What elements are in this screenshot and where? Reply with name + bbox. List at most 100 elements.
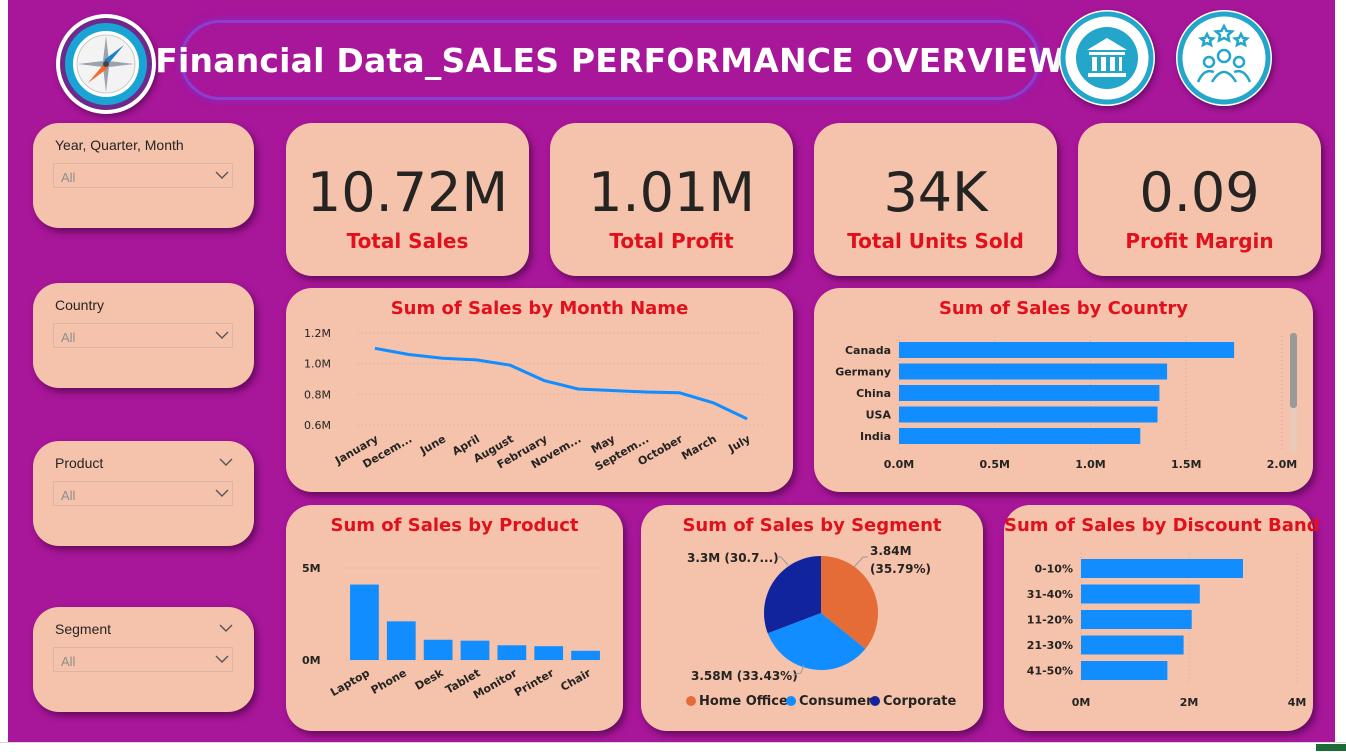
x-tick-label: Printer bbox=[512, 666, 556, 699]
y-tick-label: 31-40% bbox=[1027, 588, 1073, 601]
slicer-label: Segment bbox=[55, 621, 112, 637]
x-tick-label: 2.0M bbox=[1267, 458, 1297, 471]
slicer-dropdown[interactable]: All bbox=[53, 323, 233, 348]
chevron-down-icon[interactable] bbox=[215, 489, 229, 498]
y-tick-label: Canada bbox=[845, 344, 891, 357]
chart-card-sales-by-discount-band: Sum of Sales by Discount Band 0M 2M 4M 0-10… bbox=[1004, 505, 1320, 731]
x-tick-label: Phone bbox=[369, 666, 409, 697]
bar bbox=[1081, 610, 1192, 629]
slicer-dropdown[interactable]: All bbox=[53, 647, 233, 672]
chevron-down-icon[interactable] bbox=[219, 458, 233, 467]
chevron-down-icon[interactable] bbox=[215, 331, 229, 340]
bar bbox=[534, 646, 564, 660]
slicer-label: Product bbox=[55, 455, 104, 471]
bar bbox=[571, 650, 600, 660]
bar-chart: 0M 2M 4M 0-10% 31-40% 11-20% 21-30% 41-50% bbox=[1027, 553, 1307, 709]
bank-icon bbox=[1060, 11, 1154, 105]
bar bbox=[386, 621, 416, 660]
x-tick-label: 4M bbox=[1288, 696, 1307, 709]
y-tick-label: 0.8M bbox=[304, 388, 331, 401]
x-tick-label: March bbox=[679, 432, 719, 462]
slicer-segment[interactable]: Segment All bbox=[33, 607, 254, 712]
y-tick-label: China bbox=[856, 387, 891, 400]
kpi-card-total-profit: 1.01M Total Profit bbox=[550, 123, 793, 276]
bar bbox=[899, 342, 1235, 358]
kpi-card-total-sales: 10.72M Total Sales bbox=[286, 123, 529, 276]
legend-label: Consumer bbox=[799, 694, 873, 709]
slicer-value: All bbox=[61, 330, 76, 345]
data-label: 3.3M (30.7...) bbox=[687, 551, 779, 565]
line-chart: 1.2M1.0M0.8M0.6MJanuaryDecem... June April… bbox=[304, 327, 764, 474]
series-line bbox=[374, 346, 748, 421]
chart-card-sales-by-product: Sum of Sales by Product 5M 0M Laptop Phone D… bbox=[286, 505, 623, 731]
y-tick-label: USA bbox=[866, 409, 892, 422]
bar bbox=[423, 639, 453, 660]
y-tick-label: 0.6M bbox=[304, 419, 331, 432]
chevron-down-icon[interactable] bbox=[215, 655, 229, 664]
kpi-label: Total Units Sold bbox=[847, 229, 1024, 253]
compass-icon bbox=[60, 18, 152, 110]
y-tick-label: 0-10% bbox=[1034, 563, 1073, 576]
x-tick-label: 1.0M bbox=[1075, 458, 1105, 471]
x-tick-label: Desk bbox=[413, 666, 446, 693]
y-tick-label: 0M bbox=[302, 654, 321, 667]
bar bbox=[1081, 635, 1184, 655]
y-tick-label: Germany bbox=[835, 366, 891, 379]
slicer-value: All bbox=[61, 488, 76, 503]
bar bbox=[899, 406, 1158, 423]
x-tick-label: 0.5M bbox=[980, 458, 1010, 471]
x-tick-label: Chair bbox=[558, 666, 593, 694]
customer-rating-icon-badge bbox=[1176, 10, 1272, 106]
slicer-dropdown[interactable]: All bbox=[53, 481, 233, 506]
y-tick-label: India bbox=[860, 430, 891, 443]
kpi-label: Total Profit bbox=[609, 229, 734, 253]
legend-marker bbox=[870, 696, 880, 706]
slicer-country[interactable]: Country All bbox=[33, 283, 254, 388]
bar bbox=[350, 584, 379, 660]
legend-label: Home Office bbox=[699, 694, 788, 709]
column-chart: 5M0MLaptopPhone DeskTabletMonitorPrinter C… bbox=[302, 562, 604, 702]
chart-card-sales-by-month: Sum of Sales by Month Name 1.2M 1.0M 0.8M 0… bbox=[286, 288, 793, 492]
chart-card-sales-by-country: Sum of Sales by Country 0.0M 0.5M 1.0M 1.5M… bbox=[814, 288, 1313, 492]
chevron-down-icon[interactable] bbox=[219, 624, 233, 633]
data-label: 3.84M bbox=[870, 544, 912, 558]
bar bbox=[899, 363, 1168, 380]
slicer-dropdown[interactable]: All bbox=[53, 163, 233, 188]
bar bbox=[460, 640, 490, 660]
y-tick-label: 11-20% bbox=[1027, 614, 1073, 627]
x-tick-label: Laptop bbox=[328, 666, 372, 699]
kpi-value: 1.01M bbox=[588, 161, 755, 224]
kpi-label: Profit Margin bbox=[1125, 229, 1274, 253]
page-tab-indicator bbox=[1316, 744, 1346, 751]
bar bbox=[1081, 584, 1200, 604]
dashboard-canvas: Financial Data_SALES PERFORMANCE OVERVIE… bbox=[8, 0, 1335, 742]
x-tick-label: 2M bbox=[1180, 696, 1199, 709]
slicer-value: All bbox=[61, 170, 76, 185]
chevron-down-icon[interactable] bbox=[215, 171, 229, 180]
legend-marker bbox=[686, 696, 696, 706]
legend-label: Corporate bbox=[883, 694, 957, 709]
kpi-label: Total Sales bbox=[346, 229, 469, 253]
x-tick-label: June bbox=[417, 432, 448, 457]
y-tick-label: 1.0M bbox=[304, 358, 331, 371]
data-label: (35.79%) bbox=[870, 562, 931, 576]
y-tick-label: 41-50% bbox=[1027, 665, 1073, 678]
x-tick-label: 1.5M bbox=[1171, 458, 1201, 471]
slicer-label: Year, Quarter, Month bbox=[55, 137, 184, 153]
logo-badge bbox=[56, 14, 156, 114]
leader-line bbox=[777, 556, 789, 566]
slicer-product[interactable]: Product All bbox=[33, 441, 254, 546]
kpi-value: 10.72M bbox=[306, 161, 509, 224]
kpi-value: 0.09 bbox=[1139, 161, 1260, 224]
x-tick-label: 0M bbox=[1072, 696, 1091, 709]
scrollbar-thumb[interactable] bbox=[1290, 333, 1297, 408]
chart-card-sales-by-segment: Sum of Sales by Segment 3.84M (35.79%) 3.5… bbox=[641, 505, 983, 731]
pie-chart: 3.84M (35.79%) 3.58M (33.43%) 3.3M (30.7...… bbox=[686, 544, 957, 709]
bar bbox=[1081, 661, 1168, 680]
data-label: 3.58M (33.43%) bbox=[691, 669, 798, 683]
kpi-value: 34K bbox=[883, 161, 988, 224]
slicer-value: All bbox=[61, 654, 76, 669]
slicer-year-quarter-month[interactable]: Year, Quarter, Month All bbox=[33, 123, 254, 228]
bar bbox=[1081, 559, 1243, 578]
legend-marker bbox=[786, 696, 796, 706]
